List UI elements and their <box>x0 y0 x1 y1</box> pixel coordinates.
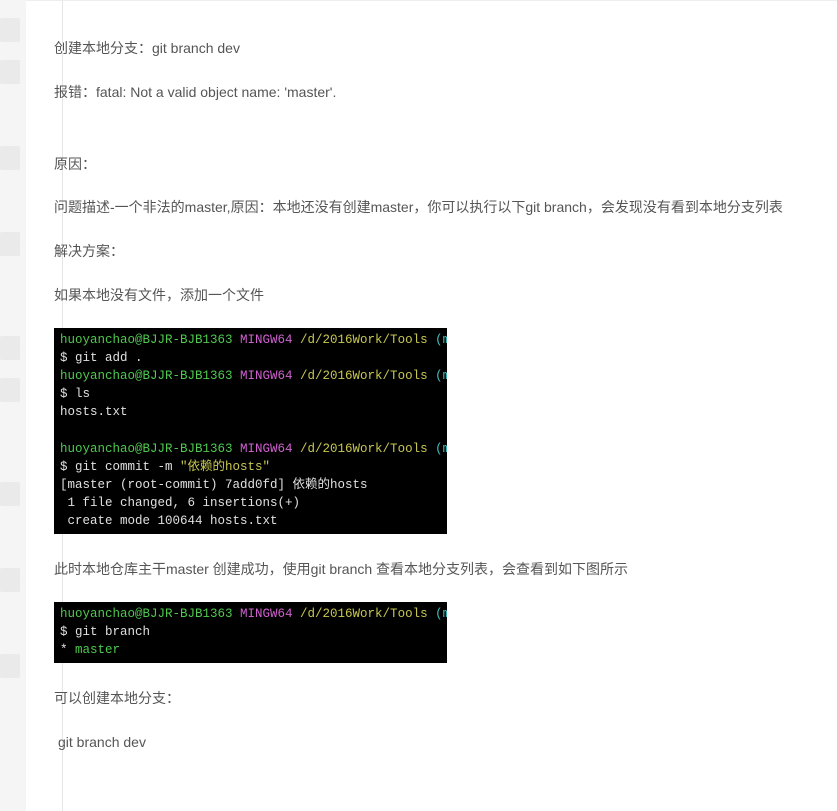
prompt-branch: (master) <box>435 369 447 383</box>
prompt-userhost: huoyanchao@BJJR-BJB1363 <box>60 607 240 621</box>
terminal-output: huoyanchao@BJJR-BJB1363 MINGW64 /d/2016W… <box>54 602 447 663</box>
prompt-shell: MINGW64 <box>240 333 300 347</box>
terminal-output: huoyanchao@BJJR-BJB1363 MINGW64 /d/2016W… <box>54 328 447 534</box>
paragraph: 原因： <box>54 153 809 177</box>
prompt-branch: (master) <box>435 607 447 621</box>
paragraph: 创建本地分支：git branch dev <box>54 37 809 61</box>
prompt-path: /d/2016Work/Tools <box>300 442 435 456</box>
sidebar-item[interactable] <box>0 336 20 360</box>
prompt-shell: MINGW64 <box>240 442 300 456</box>
terminal-line: "依赖的hosts" <box>180 460 270 474</box>
prompt-userhost: huoyanchao@BJJR-BJB1363 <box>60 442 240 456</box>
terminal-line: $ ls <box>60 387 90 401</box>
paragraph: 问题描述-一个非法的master,原因：本地还没有创建master，你可以执行以… <box>54 196 809 220</box>
terminal-line: $ git add . <box>60 351 143 365</box>
paragraph: 报错：fatal: Not a valid object name: 'mast… <box>54 81 809 105</box>
terminal-line: master <box>75 643 120 657</box>
paragraph: git branch dev <box>54 731 809 755</box>
prompt-shell: MINGW64 <box>240 607 300 621</box>
sidebar-item[interactable] <box>0 232 20 256</box>
sidebar-item[interactable] <box>0 18 20 42</box>
terminal-line: * <box>60 643 75 657</box>
paragraph: 可以创建本地分支： <box>54 687 809 711</box>
prompt-path: /d/2016Work/Tools <box>300 333 435 347</box>
article-body: 创建本地分支：git branch dev 报错：fatal: Not a va… <box>26 0 837 811</box>
terminal-line: hosts.txt <box>60 405 128 419</box>
terminal-line: [master (root-commit) 7add0fd] 依赖的hosts <box>60 478 368 492</box>
sidebar-item[interactable] <box>0 378 20 402</box>
prompt-path: /d/2016Work/Tools <box>300 369 435 383</box>
terminal-line: create mode 100644 hosts.txt <box>60 514 278 528</box>
sidebar-item[interactable] <box>0 146 20 170</box>
prompt-userhost: huoyanchao@BJJR-BJB1363 <box>60 369 240 383</box>
sidebar-item[interactable] <box>0 482 20 506</box>
prompt-path: /d/2016Work/Tools <box>300 607 435 621</box>
terminal-line: $ git commit -m <box>60 460 180 474</box>
prompt-branch: (master) <box>435 442 447 456</box>
sidebar-item[interactable] <box>0 60 20 84</box>
sidebar-item[interactable] <box>0 654 20 678</box>
sidebar-fragment <box>0 0 26 811</box>
sidebar-item[interactable] <box>0 568 20 592</box>
prompt-shell: MINGW64 <box>240 369 300 383</box>
paragraph: 解决方案： <box>54 240 809 264</box>
prompt-userhost: huoyanchao@BJJR-BJB1363 <box>60 333 240 347</box>
terminal-line: 1 file changed, 6 insertions(+) <box>60 496 300 510</box>
paragraph: 如果本地没有文件，添加一个文件 <box>54 284 809 308</box>
terminal-line: $ git branch <box>60 625 150 639</box>
paragraph: 此时本地仓库主干master 创建成功，使用git branch 查看本地分支列… <box>54 558 809 582</box>
prompt-branch: (master) <box>435 333 447 347</box>
